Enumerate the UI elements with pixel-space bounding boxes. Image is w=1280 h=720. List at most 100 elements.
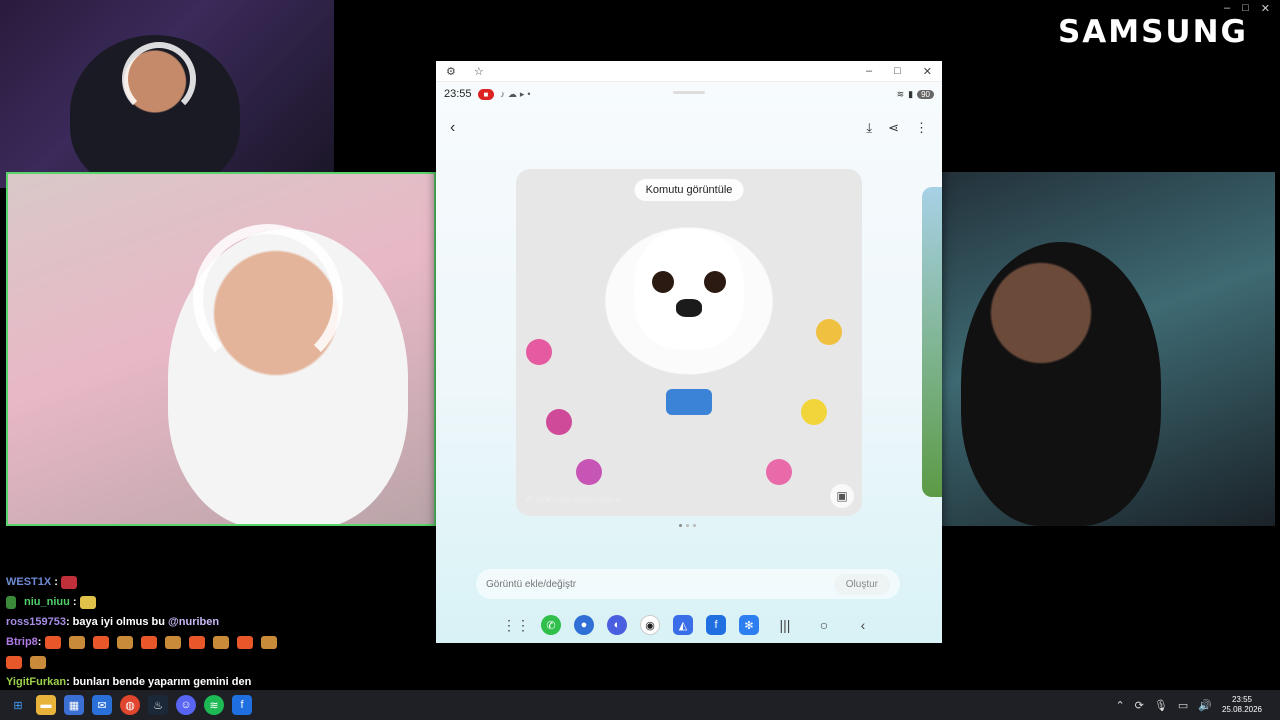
- recents-icon[interactable]: |||: [772, 617, 798, 633]
- download-icon[interactable]: ⤓: [866, 120, 872, 136]
- back-icon[interactable]: ‹: [850, 617, 876, 633]
- samsung-logo: SAMSUNG: [1057, 14, 1248, 50]
- dog-eye: [652, 271, 674, 293]
- window-titlebar: ⚙ ☆ – □ ✕: [436, 61, 942, 82]
- gear-icon[interactable]: ⚙: [446, 65, 456, 78]
- chat-username[interactable]: niu_niuu: [24, 596, 70, 608]
- phone-screen: 23:55 ■ ♪☁▸• ≋ ▮ 90 ‹ ⤓ ⋖ ⋮ Komutu görün…: [436, 82, 942, 643]
- clock-time: 23:55: [1231, 695, 1252, 704]
- maximize-button[interactable]: □: [894, 65, 901, 78]
- flower-shape: [766, 459, 792, 485]
- next-image-preview[interactable]: [922, 187, 942, 497]
- burger-emote-icon: [68, 635, 85, 649]
- image-edit-icon[interactable]: ▣: [830, 484, 854, 508]
- star-icon[interactable]: ☆: [474, 65, 484, 78]
- guest-figure-right: [961, 242, 1161, 526]
- phone-link-icon[interactable]: f: [232, 695, 252, 715]
- volume-icon[interactable]: 🔊: [1198, 699, 1212, 712]
- dog-illustration: [634, 229, 744, 349]
- emote-icon: [79, 595, 96, 609]
- back-arrow-icon[interactable]: ‹: [450, 119, 455, 137]
- navigation-bar: ⋮⋮ ✆ ● ◐ ◉ ◭ f ✻ ||| ○ ‹: [436, 607, 942, 643]
- wifi-icon: ≋: [896, 88, 905, 99]
- file-explorer-icon[interactable]: ▬: [36, 695, 56, 715]
- system-tray: ⌃ ⟳ 🎙 ▭ 🔊 23:55 25.08.2026: [1115, 695, 1272, 715]
- store-icon[interactable]: ▦: [64, 695, 84, 715]
- display-icon[interactable]: ▭: [1178, 699, 1188, 712]
- chat-username[interactable]: ross159753: [6, 616, 66, 628]
- flower-shape: [816, 319, 842, 345]
- chat-separator: :: [51, 576, 62, 588]
- fplus-app-icon[interactable]: f: [706, 615, 726, 635]
- view-prompt-chip[interactable]: Komutu görüntüle: [634, 179, 744, 201]
- prompt-input[interactable]: [486, 578, 786, 590]
- fire-emote-icon: [6, 655, 22, 669]
- emote-icon: [61, 575, 78, 589]
- chat-message: : bunları bende yaparım gemini den: [66, 676, 252, 688]
- chat-separator: :: [69, 596, 80, 608]
- burger-emote-icon: [212, 635, 229, 649]
- burger-emote-icon: [116, 635, 133, 649]
- minimize-button[interactable]: –: [866, 65, 872, 78]
- burger-emote-icon: [30, 655, 46, 669]
- clock-date: 25.08.2026: [1221, 705, 1262, 714]
- dog-eye: [704, 271, 726, 293]
- chat-mention[interactable]: @nuriben: [168, 616, 219, 628]
- chat-username[interactable]: Btrip8: [6, 636, 38, 648]
- chat-message: : baya iyi olmus bu: [65, 616, 169, 628]
- webcam-right: [941, 172, 1275, 526]
- ai-caption: AI tarafından oluşturulan iç: [526, 495, 622, 504]
- flower-shape: [546, 409, 572, 435]
- sync-icon[interactable]: ⟳: [1135, 699, 1144, 712]
- chat-line: [6, 652, 426, 672]
- blue-bow: [666, 389, 712, 415]
- mail-icon[interactable]: ✉: [92, 695, 112, 715]
- taskbar-clock[interactable]: 23:55 25.08.2026: [1222, 695, 1262, 715]
- chat-username[interactable]: WEST1X: [6, 576, 51, 588]
- create-button[interactable]: Oluştur: [833, 573, 890, 595]
- headset-shape: [122, 42, 196, 116]
- windows-start-icon[interactable]: ⊞: [8, 695, 28, 715]
- phone-icon[interactable]: ✆: [541, 615, 561, 635]
- stream-stage: – □ ✕ SAMSUNG ⚙ ☆ – □ ✕ 23:55 ■ ♪☁▸• ≋ ▮…: [0, 0, 1280, 720]
- drag-handle[interactable]: [673, 91, 705, 94]
- steam-icon[interactable]: ♨: [148, 695, 168, 715]
- spotify-icon[interactable]: ≋: [204, 695, 224, 715]
- burger-emote-icon: [164, 635, 181, 649]
- badge-icon: [6, 595, 16, 609]
- camera-icon[interactable]: ◉: [640, 615, 660, 635]
- page-indicator: [679, 524, 696, 527]
- page-dot: [693, 524, 696, 527]
- app-drawer-icon[interactable]: ⋮⋮: [502, 617, 530, 634]
- phone-mirror-window: ⚙ ☆ – □ ✕ 23:55 ■ ♪☁▸• ≋ ▮ 90 ‹ ⤓ ⋖ ⋮ Ko…: [436, 61, 942, 643]
- chat-username[interactable]: YigitFurkan: [6, 676, 66, 688]
- prompt-bar: Oluştur: [476, 569, 900, 599]
- chat-line: Btrip8:: [6, 632, 426, 652]
- close-icon[interactable]: ✕: [1261, 2, 1270, 15]
- microphone-icon[interactable]: 🎙: [1154, 699, 1168, 712]
- notification-icons: ♪☁▸•: [500, 88, 534, 99]
- chat-line: ross159753: baya iyi olmus bu @nuriben: [6, 612, 426, 632]
- battery-badge: 90: [917, 89, 934, 99]
- chat-line: YigitFurkan: bunları bende yaparım gemin…: [6, 672, 426, 692]
- close-button[interactable]: ✕: [923, 65, 932, 78]
- chevron-up-icon[interactable]: ⌃: [1115, 699, 1124, 712]
- dog-nose: [676, 299, 702, 317]
- fire-emote-icon: [236, 635, 253, 649]
- chrome-icon[interactable]: ◍: [120, 695, 140, 715]
- gallery-icon[interactable]: ◭: [673, 615, 693, 635]
- more-options-icon[interactable]: ⋮: [915, 120, 928, 136]
- messages-icon[interactable]: ●: [574, 615, 594, 635]
- network-app-icon[interactable]: ✻: [739, 615, 759, 635]
- discord-icon[interactable]: ☺: [176, 695, 196, 715]
- generated-image-card[interactable]: Komutu görüntüle AI tarafından oluşturul…: [516, 169, 862, 516]
- home-icon[interactable]: ○: [811, 617, 837, 633]
- internet-icon[interactable]: ◐: [607, 615, 627, 635]
- burger-emote-icon: [260, 635, 277, 649]
- page-dot: [679, 524, 682, 527]
- fire-emote-icon: [188, 635, 205, 649]
- stream-chat: WEST1X : niu_niuu : ross159753: baya iyi…: [6, 572, 426, 692]
- app-bar: ‹ ⤓ ⋖ ⋮: [436, 106, 942, 150]
- share-icon[interactable]: ⋖: [888, 120, 899, 136]
- fire-emote-icon: [92, 635, 109, 649]
